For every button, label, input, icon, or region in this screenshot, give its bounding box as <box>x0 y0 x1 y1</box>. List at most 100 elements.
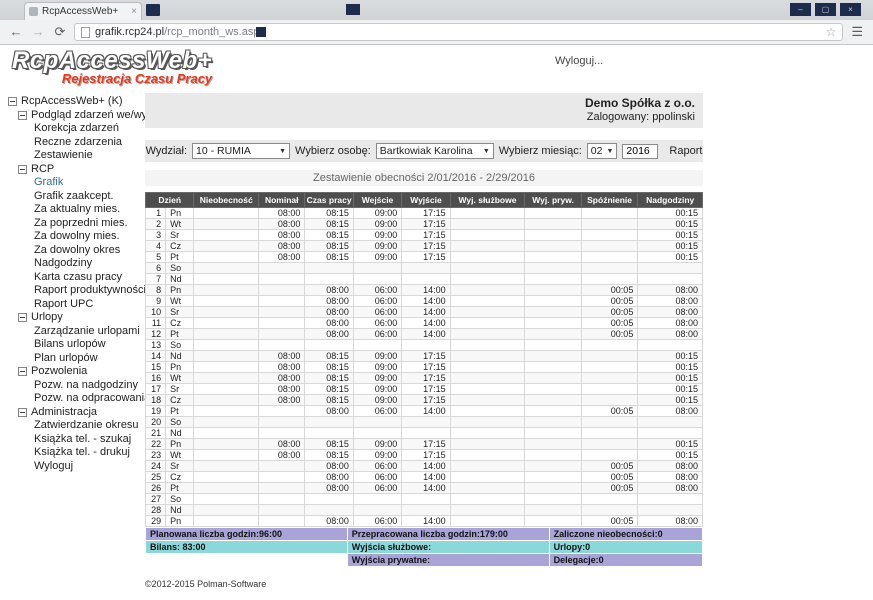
overtime: 00:15 <box>638 362 703 373</box>
sidebar-item[interactable]: Grafik <box>34 176 145 190</box>
sidebar-item[interactable]: Za aktualny mies. <box>34 203 145 217</box>
menu-icon[interactable]: ☰ <box>849 24 865 40</box>
sidebar-item[interactable]: Zatwierdzanie okresu <box>34 419 145 433</box>
sidebar-item[interactable]: Reczne zdarzenia <box>34 136 145 150</box>
sidebar-item-label: Zarządzanie urlopami <box>34 325 140 339</box>
lateness <box>581 274 638 285</box>
report-table-head: DzieńNieobecnośćNominałCzas pracyWejście… <box>146 193 703 208</box>
sidebar-item-label: Grafik <box>34 176 63 190</box>
entry-time <box>353 263 401 274</box>
absence <box>194 241 259 252</box>
private-exit <box>525 395 582 406</box>
table-row: 12Pt08:0006:0014:0000:0508:00 <box>146 329 703 340</box>
tree-collapse-icon[interactable] <box>18 408 27 417</box>
sidebar-item[interactable]: Książka tel. - drukuj <box>34 446 145 460</box>
bookmark-star-icon[interactable]: ☆ <box>826 25 837 39</box>
business-exit <box>450 318 525 329</box>
sidebar-item[interactable]: Raport produktywności <box>34 284 145 298</box>
summary-cell <box>146 554 348 567</box>
report-button[interactable]: Raport <box>669 145 702 157</box>
new-tab-button[interactable] <box>146 4 160 16</box>
sidebar-item[interactable]: Pozw. na odpracowania <box>34 392 145 406</box>
sidebar-item[interactable]: Karta czasu pracy <box>34 271 145 285</box>
window-maximize-button[interactable]: ▢ <box>815 3 836 16</box>
private-exit <box>525 439 582 450</box>
tree-group[interactable]: Podgląd zdarzeń we/wy <box>18 109 145 123</box>
lateness: 00:05 <box>581 329 638 340</box>
exit-time: 14:00 <box>402 483 450 494</box>
day-of-week: Pt <box>166 483 194 494</box>
work-time: 08:15 <box>305 241 353 252</box>
day-of-week: Cz <box>166 241 194 252</box>
sidebar-item-label: Za poprzedni mies. <box>34 217 128 231</box>
private-exit <box>525 274 582 285</box>
nominal: 08:00 <box>259 252 305 263</box>
person-select[interactable]: Bartkowiak Karolina ▼ <box>376 143 494 159</box>
forward-button[interactable]: → <box>30 24 46 40</box>
tree-group[interactable]: RCP <box>18 163 145 177</box>
tree-group[interactable]: Administracja <box>18 406 145 420</box>
browser-tab[interactable]: RcpAccessWeb+ × <box>24 2 142 20</box>
favicon-icon <box>29 7 38 16</box>
nominal <box>259 428 305 439</box>
refresh-button[interactable]: ⟳ <box>52 24 68 40</box>
sidebar-item[interactable]: Nadgodziny <box>34 257 145 271</box>
day-number: 27 <box>146 494 166 505</box>
absence <box>194 384 259 395</box>
day-number: 17 <box>146 384 166 395</box>
overtime: 00:15 <box>638 384 703 395</box>
entry-time: 09:00 <box>353 450 401 461</box>
back-button[interactable]: ← <box>8 24 24 40</box>
logout-link[interactable]: Wyloguj... <box>555 55 603 67</box>
tab-close-icon[interactable]: × <box>131 7 137 17</box>
address-bar[interactable]: grafik.rcp24.pl/rcp_month_ws.aspx ☆ <box>74 23 843 41</box>
sidebar-item[interactable]: Plan urlopów <box>34 352 145 366</box>
exit-time <box>402 263 450 274</box>
tree-collapse-icon[interactable] <box>18 165 27 174</box>
exit-time: 17:15 <box>402 439 450 450</box>
url-domain: grafik.rcp24.pl <box>95 26 164 38</box>
sidebar-item[interactable]: Raport UPC <box>34 298 145 312</box>
window-minimize-button[interactable]: – <box>790 3 811 16</box>
day-of-week: Pn <box>166 208 194 219</box>
sidebar-item[interactable]: Za dowolny okres <box>34 244 145 258</box>
url-text[interactable]: grafik.rcp24.pl/rcp_month_ws.aspx <box>95 26 821 38</box>
month-select[interactable]: 02 ▼ <box>587 143 618 159</box>
private-exit <box>525 461 582 472</box>
sidebar-item[interactable]: Korekcja zdarzeń <box>34 122 145 136</box>
overtime <box>638 274 703 285</box>
tree-group[interactable]: Pozwolenia <box>18 365 145 379</box>
work-time: 08:00 <box>305 516 353 527</box>
tree-collapse-icon[interactable] <box>18 111 27 120</box>
day-of-week: Pt <box>166 252 194 263</box>
private-exit <box>525 384 582 395</box>
private-exit <box>525 263 582 274</box>
window-close-button[interactable]: × <box>840 3 861 16</box>
year-input[interactable] <box>622 144 658 159</box>
sidebar-item[interactable]: Pozw. na nadgodziny <box>34 379 145 393</box>
tree-collapse-icon[interactable] <box>18 367 27 376</box>
exit-time: 14:00 <box>402 472 450 483</box>
tree-root-label: RcpAccessWeb+ (K) <box>21 95 123 109</box>
sidebar-item[interactable]: Za dowolny mies. <box>34 230 145 244</box>
sidebar-item[interactable]: Zestawienie <box>34 149 145 163</box>
tree-group[interactable]: Urlopy <box>18 311 145 325</box>
sidebar-item[interactable]: Grafik zaakcept. <box>34 190 145 204</box>
tree-root[interactable]: RcpAccessWeb+ (K) <box>8 95 145 109</box>
table-row: 18Cz08:0008:1509:0017:1500:15 <box>146 395 703 406</box>
sidebar-item[interactable]: Wyloguj <box>34 460 145 474</box>
sidebar-item[interactable]: Książka tel. - szukaj <box>34 433 145 447</box>
work-time: 08:15 <box>305 395 353 406</box>
table-row: 3Sr08:0008:1509:0017:1500:15 <box>146 230 703 241</box>
lateness <box>581 208 638 219</box>
month-select-value: 02 <box>591 145 603 157</box>
sidebar-item[interactable]: Zarządzanie urlopami <box>34 325 145 339</box>
overtime: 08:00 <box>638 329 703 340</box>
nominal <box>259 461 305 472</box>
business-exit <box>450 505 525 516</box>
department-select[interactable]: 10 - RUMIA ▼ <box>192 143 290 159</box>
tree-collapse-icon[interactable] <box>8 97 17 106</box>
sidebar-item[interactable]: Za poprzedni mies. <box>34 217 145 231</box>
tree-collapse-icon[interactable] <box>18 313 27 322</box>
sidebar-item[interactable]: Bilans urlopów <box>34 338 145 352</box>
